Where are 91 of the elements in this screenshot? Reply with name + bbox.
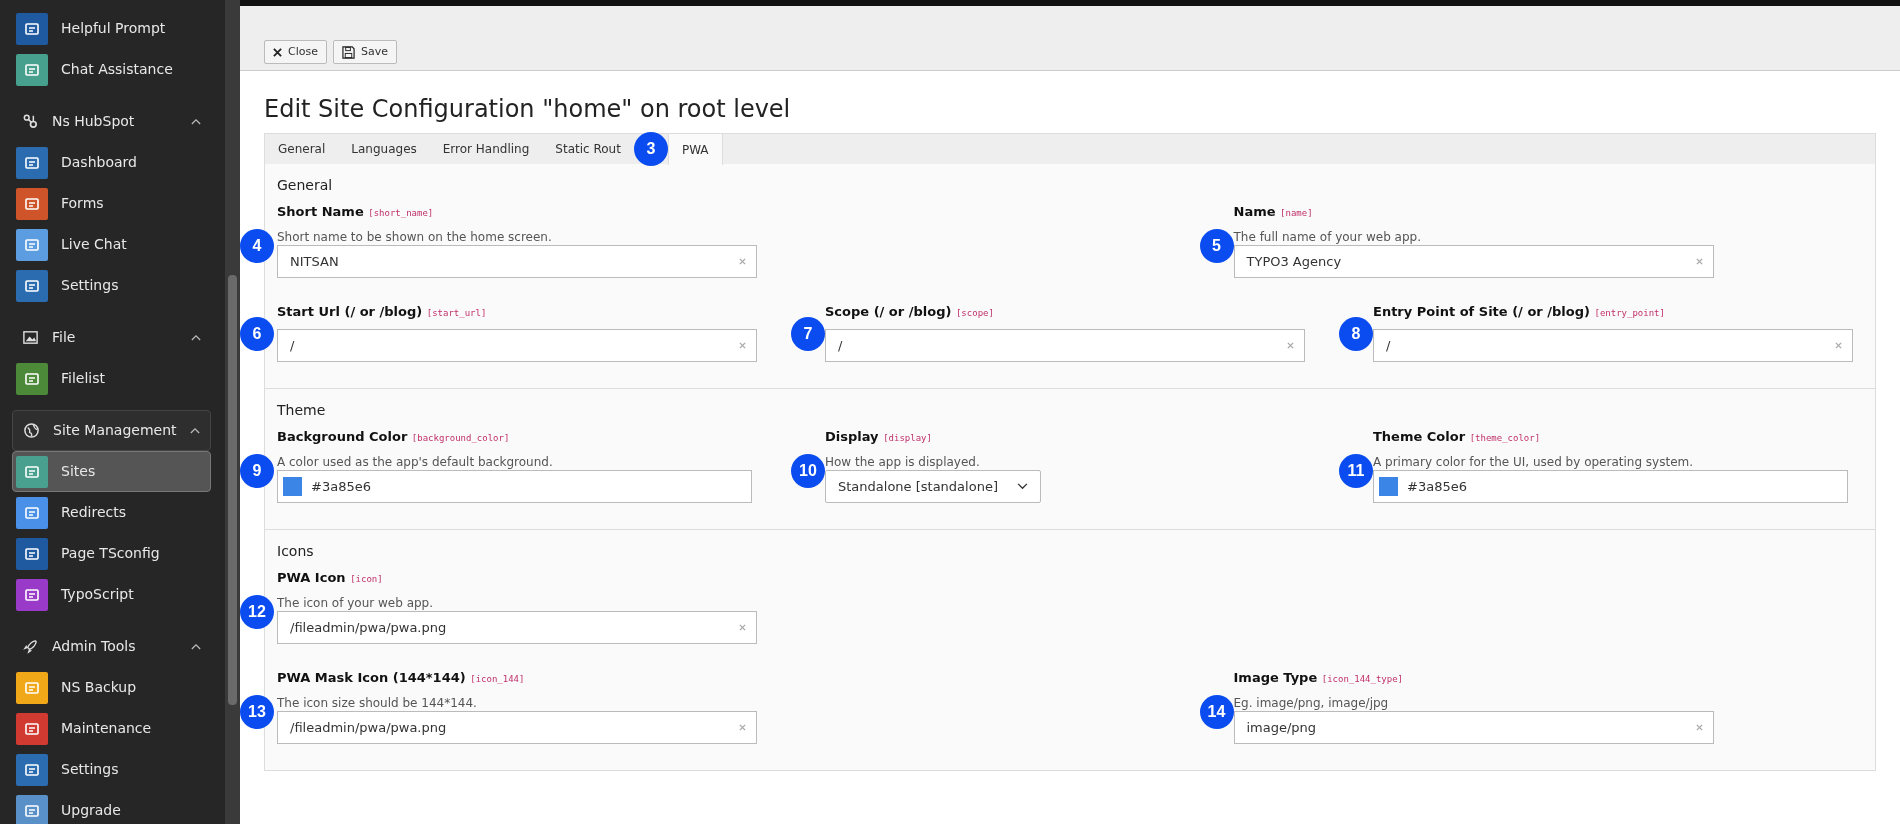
clear-icon[interactable] bbox=[1287, 342, 1294, 349]
dropdown[interactable]: Standalone [standalone] bbox=[825, 470, 1041, 503]
sidebar-item[interactable]: Maintenance bbox=[12, 708, 211, 749]
step-marker: 10 bbox=[791, 454, 825, 488]
section-heading: General bbox=[277, 176, 334, 195]
help-text: A color used as the app's default background. bbox=[277, 454, 554, 470]
step-marker: 8 bbox=[1339, 317, 1373, 351]
sidebar-item[interactable]: Live Chat bbox=[12, 224, 211, 265]
sidebar-item[interactable]: TypoScript bbox=[12, 574, 211, 615]
field-label: Scope (/ or /blog) [scope] bbox=[825, 303, 995, 321]
clear-icon[interactable] bbox=[739, 724, 746, 731]
input-field[interactable]: image/png bbox=[1233, 711, 1714, 744]
section-heading: Theme bbox=[277, 401, 327, 420]
clear-icon[interactable] bbox=[1695, 724, 1703, 731]
clear-icon[interactable] bbox=[739, 258, 746, 265]
save-button[interactable]: Save bbox=[332, 40, 397, 64]
clear-icon[interactable] bbox=[1835, 342, 1842, 349]
help-text: The full name of your web app. bbox=[1233, 229, 1422, 245]
color-input-field[interactable]: #3a85e6 bbox=[1373, 470, 1848, 503]
input-field[interactable]: TYPO3 Agency bbox=[1233, 245, 1714, 278]
sidebar-item[interactable]: Page TSconfig bbox=[12, 533, 211, 574]
chevron-up-icon[interactable] bbox=[191, 643, 201, 650]
color-input-field[interactable]: #3a85e6 bbox=[277, 470, 752, 503]
input-field[interactable]: /fileadmin/pwa/pwa.png bbox=[277, 611, 757, 644]
input-field[interactable]: / bbox=[277, 329, 757, 362]
sidebar-item[interactable]: Settings bbox=[12, 749, 211, 790]
sidebar-item[interactable]: Chat Assistance bbox=[12, 49, 211, 90]
sidebar-item[interactable]: NS Backup bbox=[12, 667, 211, 708]
step-marker: 12 bbox=[240, 595, 274, 629]
help-text: The icon size should be 144*144. bbox=[277, 695, 478, 711]
scrollbar-thumb[interactable] bbox=[228, 275, 237, 705]
field-label: Background Color [background_color] bbox=[277, 428, 511, 446]
step-marker: 11 bbox=[1339, 454, 1373, 488]
tab[interactable]: Static Rout bbox=[542, 134, 634, 164]
field-label: PWA Mask Icon (144*144) [icon_144] bbox=[277, 669, 526, 687]
sidebar-item[interactable]: Redirects bbox=[12, 492, 211, 533]
tab[interactable]: General bbox=[265, 134, 339, 164]
sidebar-group-header[interactable]: File bbox=[12, 317, 211, 358]
close-icon bbox=[273, 47, 282, 57]
image-icon bbox=[22, 329, 39, 346]
page-title: Edit Site Configuration "home" on root level bbox=[264, 94, 792, 125]
step-marker: 3 bbox=[633, 132, 668, 166]
chevron-up-icon[interactable] bbox=[190, 427, 200, 434]
field-label: Entry Point of Site (/ or /blog) [entry_point] bbox=[1373, 303, 1666, 321]
chevron-up-icon[interactable] bbox=[191, 334, 201, 341]
tab[interactable]: Error Handling bbox=[429, 134, 543, 164]
sidebar-group-header[interactable]: Ns HubSpot bbox=[12, 101, 211, 142]
help-text: Eg. image/png, image/jpg bbox=[1233, 695, 1390, 711]
sidebar-item[interactable]: Forms bbox=[12, 183, 211, 224]
input-field[interactable]: /fileadmin/pwa/pwa.png bbox=[277, 711, 757, 744]
step-marker: 5 bbox=[1199, 229, 1234, 263]
tab[interactable]: PWA bbox=[667, 134, 723, 165]
step-marker: 7 bbox=[791, 317, 825, 351]
chevron-up-icon[interactable] bbox=[191, 118, 201, 125]
step-marker: 6 bbox=[240, 317, 274, 351]
rocket-icon bbox=[22, 638, 39, 655]
field-label: Theme Color [theme_color] bbox=[1373, 428, 1542, 446]
step-marker: 14 bbox=[1199, 695, 1234, 729]
step-marker: 4 bbox=[240, 229, 274, 263]
step-marker: 13 bbox=[240, 695, 274, 729]
clear-icon[interactable] bbox=[739, 624, 746, 631]
sidebar-item[interactable]: Settings bbox=[12, 265, 211, 306]
help-text: A primary color for the UI, used by operating system. bbox=[1373, 454, 1695, 470]
clear-icon[interactable] bbox=[1695, 258, 1703, 265]
field-label: Name [name] bbox=[1233, 203, 1314, 221]
field-label: Start Url (/ or /blog) [start_url] bbox=[277, 303, 488, 321]
help-text: How the app is displayed. bbox=[825, 454, 981, 470]
field-label: Display [display] bbox=[825, 428, 933, 446]
input-field[interactable]: / bbox=[1373, 329, 1853, 362]
help-text: The icon of your web app. bbox=[277, 595, 435, 611]
field-label: PWA Icon [icon] bbox=[277, 569, 384, 587]
chevron-down-icon bbox=[1017, 483, 1028, 490]
field-label: Short Name [short_name] bbox=[277, 203, 435, 221]
tab[interactable]: Languages bbox=[338, 134, 430, 164]
help-text: Short name to be shown on the home screen. bbox=[277, 229, 553, 245]
sidebar-item[interactable]: Helpful Prompt bbox=[12, 8, 211, 49]
sidebar-group-header[interactable]: Site Management bbox=[12, 410, 211, 451]
field-label: Image Type [icon_144_type] bbox=[1233, 669, 1405, 687]
sidebar-group-header[interactable]: Admin Tools bbox=[12, 626, 211, 667]
globe-icon bbox=[23, 422, 40, 439]
step-marker: 9 bbox=[240, 454, 274, 488]
input-field[interactable]: / bbox=[825, 329, 1305, 362]
scrollbar[interactable] bbox=[225, 0, 240, 824]
input-field[interactable]: NITSAN bbox=[277, 245, 757, 278]
section-heading: Icons bbox=[277, 542, 315, 561]
clear-icon[interactable] bbox=[739, 342, 746, 349]
sidebar-item[interactable]: Upgrade bbox=[12, 790, 211, 824]
sidebar-item[interactable]: Dashboard bbox=[12, 142, 211, 183]
close-button[interactable]: Close bbox=[264, 40, 327, 64]
sidebar-item[interactable]: Filelist bbox=[12, 358, 211, 399]
sidebar-item[interactable]: Sites bbox=[12, 451, 211, 492]
